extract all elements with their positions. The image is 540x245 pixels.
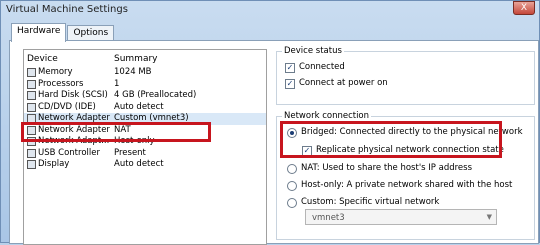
device-row[interactable]: Memory 1024 MB [24, 67, 266, 79]
connected-checkbox[interactable]: ✓ [285, 63, 295, 73]
network-connection-title: Network connection [282, 111, 372, 121]
summary-column-header[interactable]: Summary [114, 54, 158, 64]
device-summary: Auto detect [114, 159, 164, 169]
device-summary: NAT [114, 124, 131, 135]
device-summary: 4 GB (Preallocated) [114, 90, 197, 100]
device-name: Hard Disk (SCSI) [38, 90, 108, 100]
processor-icon [27, 79, 36, 89]
device-row[interactable]: Network Adapter NAT [24, 125, 266, 137]
connect-power-on-label: Connect at power on [299, 78, 388, 88]
custom-label: Custom: Specific virtual network [301, 197, 440, 207]
device-row[interactable]: USB Controller Present [24, 148, 266, 160]
device-status-title: Device status [282, 46, 344, 56]
tab-hardware[interactable]: Hardware [11, 23, 67, 42]
device-name: Processors [38, 78, 84, 89]
device-summary: Custom (vmnet3) [114, 113, 189, 123]
hard-disk-icon [27, 91, 36, 100]
device-name: Memory [38, 67, 73, 77]
connect-power-on-checkbox[interactable]: ✓ [285, 79, 295, 89]
device-row[interactable]: CD/DVD (IDE) Auto detect [24, 102, 266, 114]
bridged-label: Bridged: Connected directly to the physi… [301, 127, 523, 137]
display-icon [27, 160, 36, 169]
cd-dvd-icon [27, 102, 36, 112]
device-summary: 1024 MB [114, 67, 152, 77]
connected-label: Connected [299, 62, 345, 72]
replicate-label: Replicate physical network connection st… [316, 145, 504, 155]
device-summary: Host-only [114, 136, 155, 146]
bridged-radio[interactable] [287, 128, 297, 138]
custom-network-select[interactable]: vmnet3 ▼ [305, 209, 497, 225]
device-row[interactable]: Hard Disk (SCSI) 4 GB (Preallocated) [24, 90, 266, 102]
replicate-checkbox[interactable]: ✓ [302, 146, 312, 156]
device-name: Network Adapter [38, 124, 110, 135]
device-status-group: Device status ✓ Connected ✓ Connect at p… [276, 46, 535, 105]
close-button[interactable]: X [513, 1, 535, 15]
device-column-header[interactable]: Device [27, 54, 58, 64]
device-list: Device Summary Memory 1024 MB Processors 1 H… [23, 49, 267, 245]
device-summary: 1 [114, 78, 120, 89]
custom-network-value: vmnet3 [312, 213, 345, 223]
memory-icon [27, 68, 36, 77]
device-name: CD/DVD (IDE) [38, 101, 96, 112]
host-only-label: Host-only: A private network shared with… [301, 180, 513, 190]
tab-strip: Hardware Options [11, 23, 115, 42]
title-bar: Virtual Machine Settings X [1, 1, 539, 19]
device-row[interactable]: Network Adapt... Host-only [24, 136, 266, 148]
nat-radio[interactable] [287, 164, 297, 174]
device-summary: Present [114, 147, 146, 158]
nat-label: NAT: Used to share the host's IP address [301, 163, 473, 173]
custom-radio[interactable] [287, 198, 297, 208]
device-row[interactable]: Display Auto detect [24, 159, 266, 171]
device-name: Network Adapter [38, 113, 110, 123]
device-row[interactable]: Processors 1 [24, 79, 266, 91]
vm-settings-window: Virtual Machine Settings X Hardware Opti… [0, 0, 540, 245]
device-row[interactable]: Network Adapter Custom (vmnet3) [24, 113, 266, 125]
network-adapter-icon [27, 125, 36, 135]
device-list-header: Device Summary [24, 50, 266, 67]
device-summary: Auto detect [114, 101, 164, 112]
device-name: USB Controller [38, 147, 100, 158]
device-name: Network Adapt... [38, 136, 110, 146]
device-rows: Memory 1024 MB Processors 1 Hard Disk (SCSI)… [24, 67, 266, 171]
usb-icon [27, 148, 36, 158]
window-title: Virtual Machine Settings [6, 4, 128, 15]
chevron-down-icon: ▼ [486, 213, 492, 221]
network-adapter-icon [27, 137, 36, 146]
network-adapter-icon [27, 114, 36, 123]
device-name: Display [38, 159, 70, 169]
host-only-radio[interactable] [287, 181, 297, 191]
